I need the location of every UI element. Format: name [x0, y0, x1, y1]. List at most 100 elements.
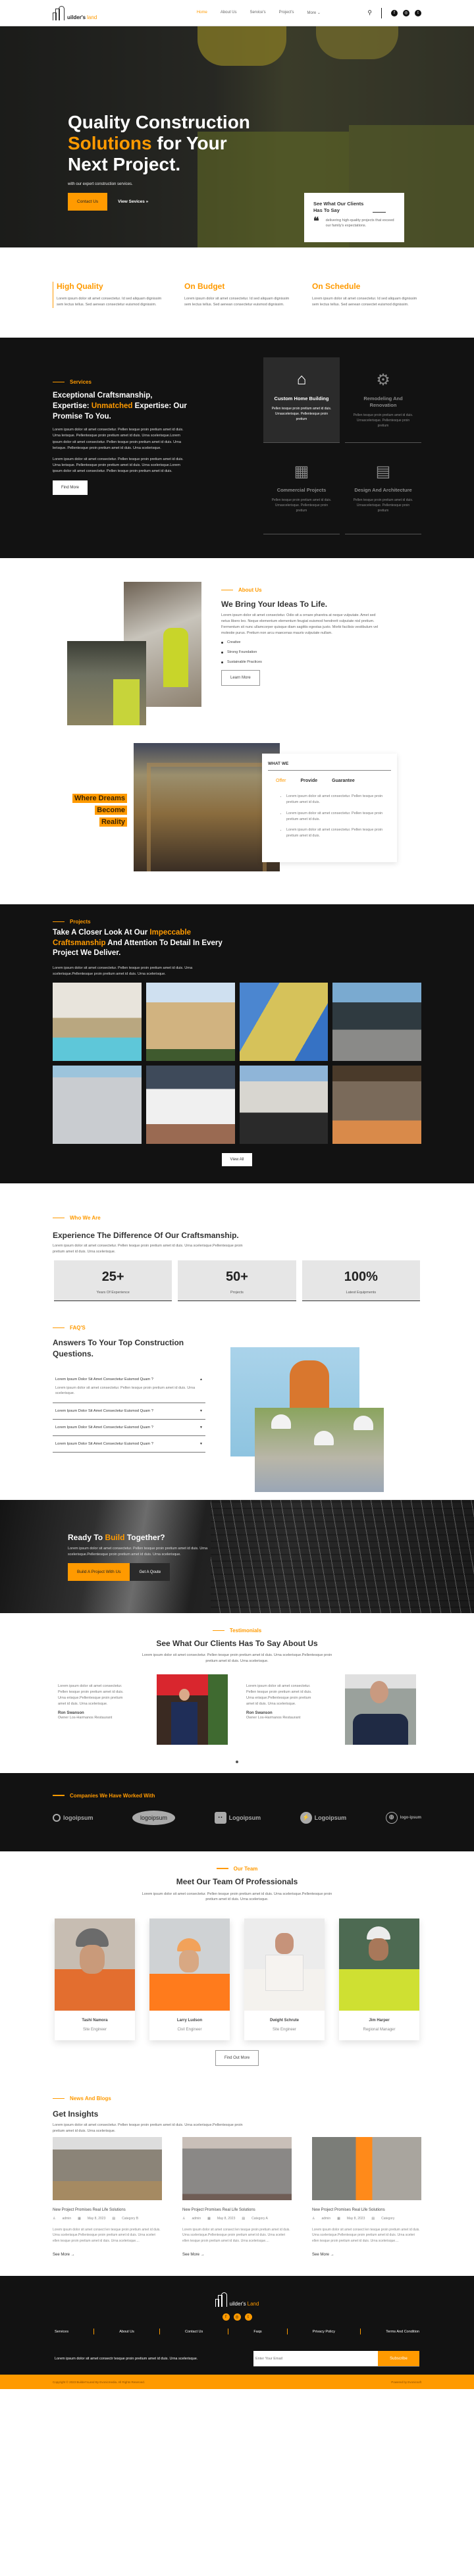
search-icon[interactable]: ⚲: [367, 9, 372, 16]
twitter-icon[interactable]: t: [414, 9, 421, 16]
view-services-link[interactable]: View Sevices »: [118, 199, 148, 204]
service-card-custom-home[interactable]: ⌂ Custom Home Building Pellen tesque pro…: [263, 357, 340, 444]
slogan-tag: Become: [95, 806, 128, 815]
faq-item[interactable]: Lorem Ipsum Dolor Sit Amet Consectetur E…: [53, 1420, 205, 1437]
project-image[interactable]: [145, 982, 235, 1061]
about-title: We Bring Your Ideas To Life.: [221, 600, 328, 609]
faq-item[interactable]: Lorem Ipsum Dolor Sit Amet Consectetur E…: [53, 1403, 205, 1420]
faq-item[interactable]: Lorem Ipsum Dolor Sit Amet Consectetur E…: [53, 1372, 205, 1404]
blog-title[interactable]: New Project Promises Real Life Solutions: [312, 2208, 421, 2212]
blogs-title: Get Insights: [53, 2109, 99, 2119]
section-eyebrow: Services: [53, 379, 191, 385]
email-input[interactable]: [253, 2351, 378, 2367]
list-item: Lorem ipsum dolor sit amet consectetur. …: [286, 794, 391, 806]
view-all-button[interactable]: View All: [221, 1152, 253, 1166]
project-image[interactable]: [145, 1065, 235, 1144]
list-item: Creative: [221, 640, 379, 644]
nav-home[interactable]: Home: [197, 11, 207, 15]
logo-text: Logoipsum: [314, 1814, 347, 1821]
team-member-photo: [244, 1919, 325, 2011]
logo[interactable]: uilder's land: [53, 5, 97, 20]
nav-services[interactable]: Service's: [250, 11, 266, 15]
nav-about[interactable]: About Us: [221, 11, 237, 15]
project-image[interactable]: [53, 1065, 142, 1144]
learn-more-button[interactable]: Learn More: [221, 670, 260, 686]
about-text: Lorem ipsum dolor sit amet consectetur. …: [221, 613, 379, 636]
logo-text: uilder's: [67, 14, 86, 20]
testimonial-card: Lorem ipsum dolor sit amet consectetur. …: [246, 1674, 416, 1745]
blog-title[interactable]: New Project Promises Real Life Solutions: [53, 2208, 162, 2212]
see-more-link[interactable]: See More →: [182, 2253, 205, 2257]
divider: [93, 2329, 95, 2335]
team-member-card[interactable]: Jim Harper Regional Manager: [339, 1919, 419, 2041]
footer-link-services[interactable]: Services: [55, 2330, 68, 2334]
facebook-icon[interactable]: f: [390, 9, 398, 16]
facebook-icon[interactable]: f: [222, 2313, 230, 2321]
footer-link-faqs[interactable]: Faqs: [253, 2330, 261, 2334]
instagram-icon[interactable]: ◎: [233, 2313, 241, 2321]
instagram-icon[interactable]: ◎: [402, 9, 409, 16]
feature-text: Lorem ipsum dolor sit amet consectetur. …: [57, 297, 162, 307]
service-card-commercial[interactable]: ▦ Commercial Projects Pellen tesque proi…: [263, 449, 340, 535]
team-member-card[interactable]: Dwight Schrute Site Engineer: [244, 1919, 325, 2041]
team-text: Lorem ipsum dolor sit amet consectetur. …: [142, 1892, 332, 1902]
blog-image[interactable]: [53, 2136, 162, 2200]
footer-link-about[interactable]: About Us: [119, 2330, 134, 2334]
category-icon: ▤: [371, 2216, 375, 2221]
worker-building-icon: ▦: [294, 463, 309, 481]
see-more-link[interactable]: See More →: [312, 2253, 334, 2257]
partner-logo: ⚡ Logoipsum: [300, 1811, 347, 1824]
build-project-button[interactable]: Build A Project With Us: [68, 1563, 130, 1582]
nav-more[interactable]: More ⌄: [307, 11, 320, 15]
slogan-tag: Where Dreams: [72, 794, 128, 804]
find-more-button[interactable]: Find More: [53, 480, 88, 495]
caret-down-icon: ▼: [199, 1409, 203, 1414]
find-out-more-button[interactable]: Find Out More: [215, 2050, 259, 2067]
service-card-remodeling[interactable]: ⚙ Remodeling And Renovation Pellen tesqu…: [345, 357, 421, 444]
about-section: About Us We Bring Your Ideas To Life. Lo…: [0, 558, 474, 736]
feature-title: On Schedule: [312, 282, 361, 291]
globe-logo-icon: ⊕: [385, 1811, 398, 1824]
feature-title: High Quality: [57, 282, 103, 291]
tab-provide[interactable]: Provide: [300, 779, 317, 783]
footer-link-privacy[interactable]: Privacy Policy: [313, 2330, 335, 2334]
contact-us-button[interactable]: Contact Us: [68, 192, 108, 211]
main-nav: Home About Us Service's Project's More ⌄: [197, 11, 321, 15]
see-more-link[interactable]: See More →: [53, 2253, 75, 2257]
nav-projects[interactable]: Project's: [279, 11, 294, 15]
faq-item[interactable]: Lorem Ipsum Dolor Sit Amet Consectetur E…: [53, 1436, 205, 1453]
blog-title[interactable]: New Project Promises Real Life Solutions: [182, 2208, 292, 2212]
cta-text: Lorem ipsum dolor sit amet consectetur. …: [68, 1546, 208, 1557]
slogan-tag: Reality: [99, 817, 128, 827]
team-member-card[interactable]: Tashi Namora Site Engineer: [55, 1919, 135, 2041]
project-image[interactable]: [239, 982, 329, 1061]
get-quote-button[interactable]: Get A Qoute: [130, 1563, 171, 1582]
member-name: Dwight Schrute: [269, 2019, 299, 2023]
footer-link-terms[interactable]: Terms And Condition: [386, 2330, 419, 2334]
project-image[interactable]: [332, 1065, 421, 1144]
tab-guarantee[interactable]: Guarantee: [332, 779, 355, 783]
team-section: Our Team Meet Our Team Of Professionals …: [0, 1851, 474, 2073]
title-accent: Build: [105, 1532, 125, 1542]
blog-image[interactable]: [182, 2136, 292, 2200]
team-member-card[interactable]: Larry Ludson Civil Engineer: [149, 1919, 230, 2041]
tab-offer[interactable]: Offer: [276, 779, 286, 783]
footer-logo[interactable]: uilder's Land: [53, 2292, 421, 2307]
header-actions: ⚲ f ◎ t: [367, 7, 421, 18]
project-image[interactable]: [332, 982, 421, 1061]
site-footer: uilder's Land f ◎ t Services About Us Co…: [0, 2276, 474, 2375]
blog-image[interactable]: [312, 2136, 421, 2200]
about-list: Creative Strong Foundation Sustainable P…: [221, 640, 379, 664]
calendar-icon: ▦: [337, 2216, 340, 2221]
section-eyebrow: Testimonials: [53, 1628, 421, 1634]
twitter-icon[interactable]: t: [244, 2313, 252, 2321]
testimonials-title: See What Our Clients Has To Say About Us: [156, 1638, 318, 1648]
footer-link-contact[interactable]: Contact Us: [185, 2330, 203, 2334]
blog-category: Category B: [122, 2216, 139, 2221]
blog-card: New Project Promises Real Life Solutions…: [312, 2136, 421, 2259]
carousel-dot[interactable]: [236, 1760, 238, 1763]
subscribe-button[interactable]: Subscribe: [378, 2351, 419, 2367]
service-card-design[interactable]: ▤ Design And Architecture Pellen tesque …: [345, 449, 421, 535]
project-image[interactable]: [239, 1065, 329, 1144]
project-image[interactable]: [53, 982, 142, 1061]
